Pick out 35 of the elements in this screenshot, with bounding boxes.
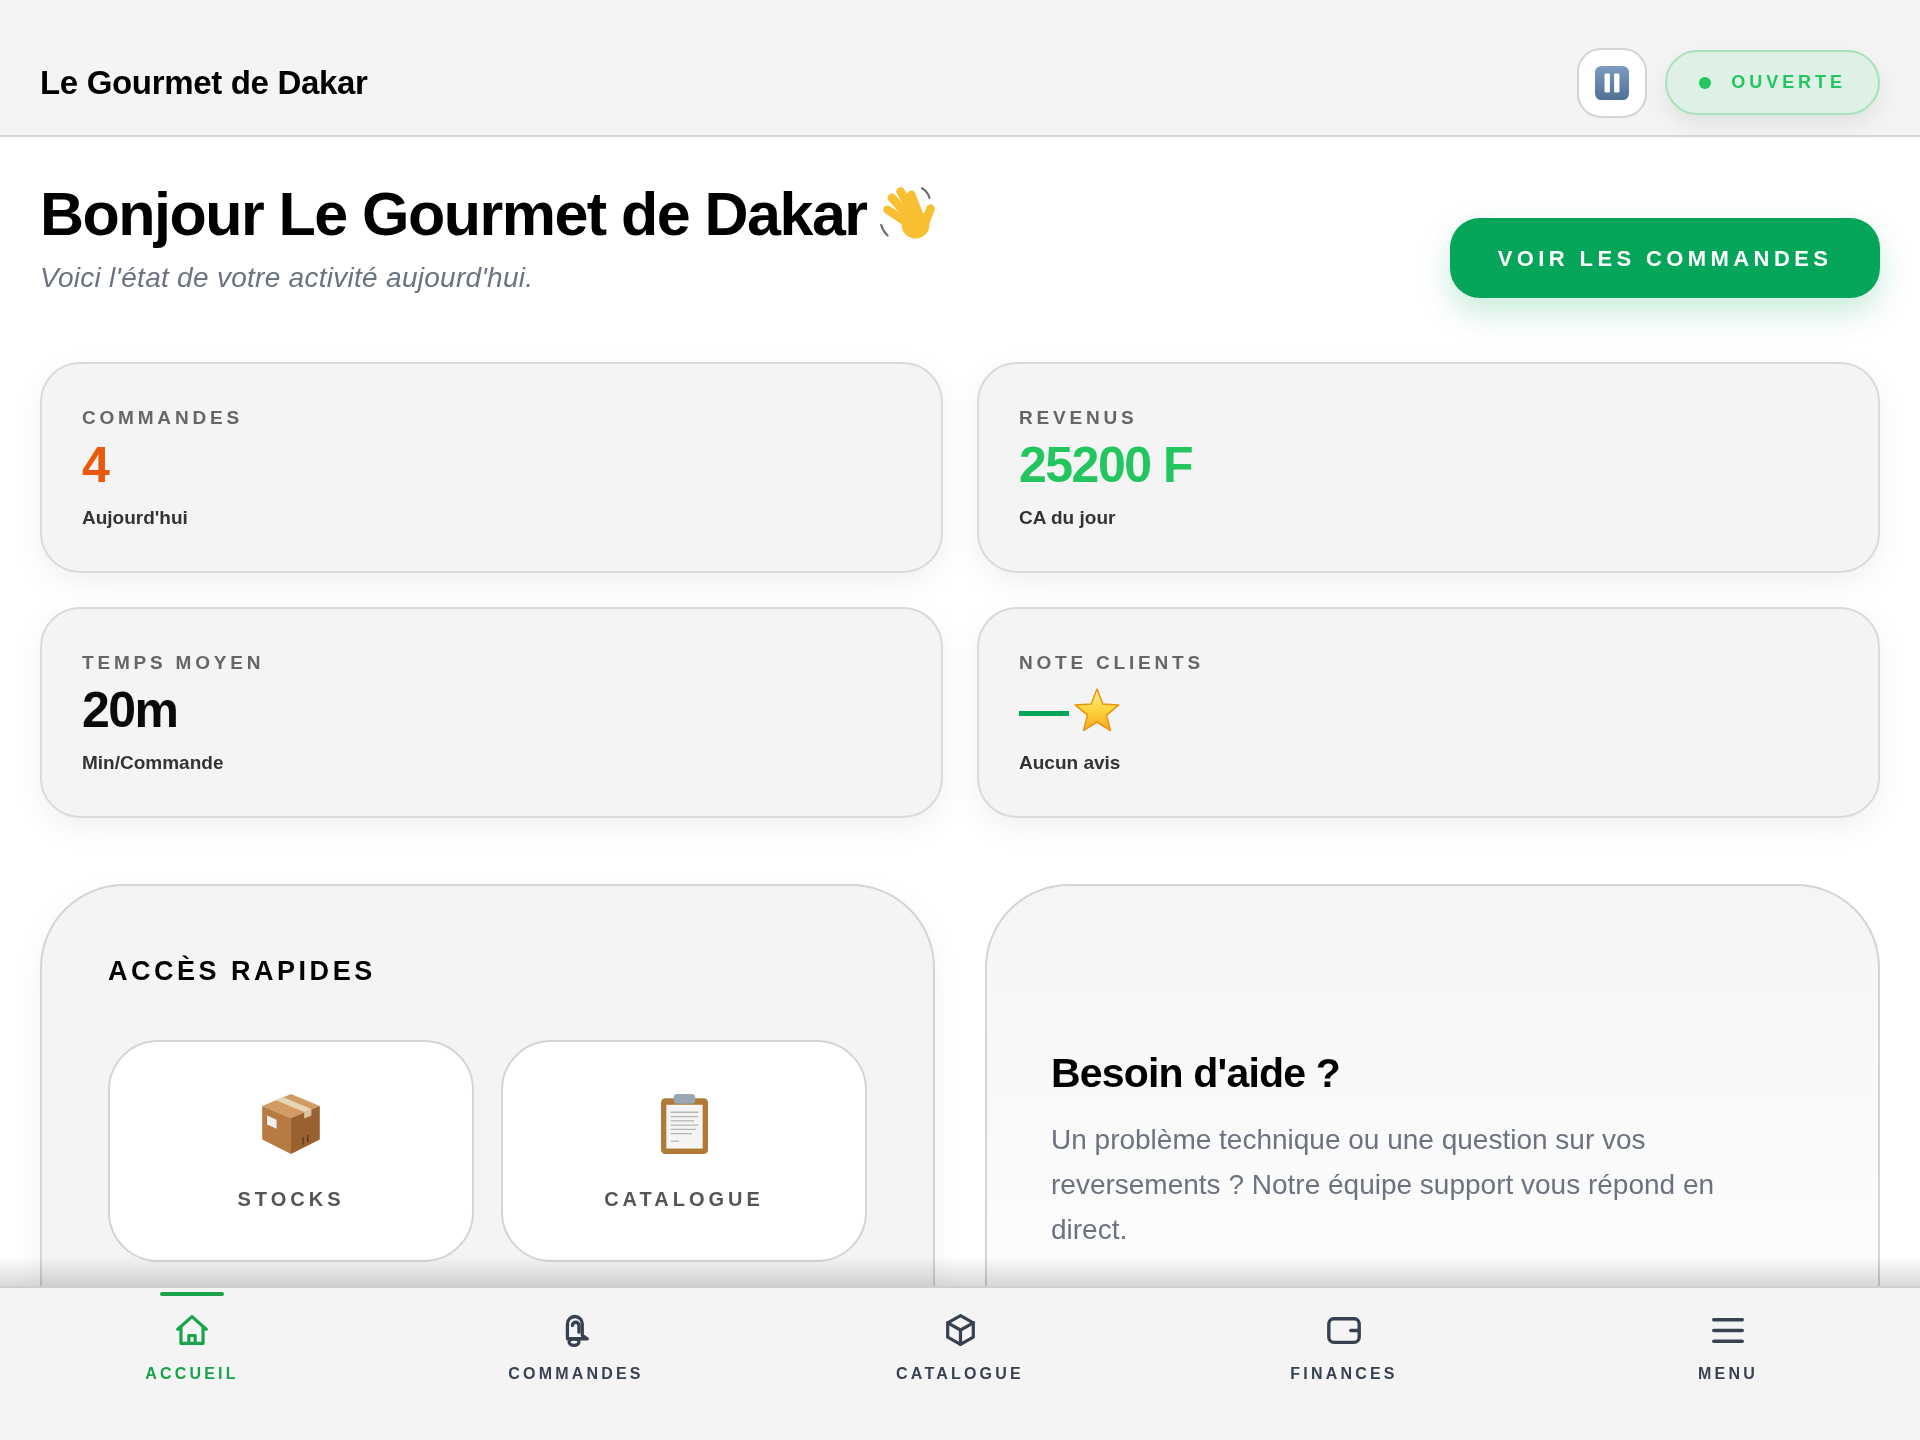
help-text: Un problème technique ou une question sur vos reversements ? Notre équipe support vous répond en direct. bbox=[1051, 1123, 1716, 1247]
stat-label: TEMPS MOYEN bbox=[82, 651, 266, 675]
nav-tab[interactable]: FINANCES bbox=[1152, 1288, 1536, 1440]
greeting-subtitle: Voici l'état de votre activité aujourd'hui. bbox=[40, 261, 535, 295]
section-title: ACCÈS RAPIDES bbox=[108, 954, 377, 988]
pause-button[interactable] bbox=[1577, 47, 1648, 118]
quick-access-tile[interactable]: CATALOGUE bbox=[501, 1040, 867, 1262]
bell-icon bbox=[563, 1313, 589, 1347]
stat-value: 25200 F bbox=[1019, 436, 1192, 495]
greeting-title: Bonjour Le Gourmet de Dakar bbox=[40, 179, 867, 249]
stat-caption: Min/Commande bbox=[82, 751, 225, 775]
help-title: Besoin d'aide ? bbox=[1051, 1049, 1342, 1097]
nav-tab[interactable]: COMMANDES bbox=[384, 1288, 768, 1440]
waving-hand-icon bbox=[878, 186, 937, 242]
nav-tab[interactable]: MENU bbox=[1536, 1288, 1920, 1440]
cardboard-box-icon bbox=[262, 1094, 320, 1154]
cube-icon bbox=[945, 1314, 975, 1346]
stat-caption: Aucun avis bbox=[1019, 751, 1122, 775]
pause-icon bbox=[1595, 65, 1630, 100]
stat-caption: CA du jour bbox=[1019, 506, 1117, 530]
stat-label: NOTE CLIENTS bbox=[1019, 651, 1205, 675]
stat-value: 20m bbox=[82, 681, 178, 740]
stat-label: REVENUS bbox=[1019, 406, 1139, 430]
restaurant-name: Le Gourmet de Dakar bbox=[40, 62, 368, 103]
star-icon bbox=[1073, 688, 1120, 732]
stat-value: 4 bbox=[82, 436, 109, 495]
stat-caption: Aujourd'hui bbox=[82, 506, 189, 530]
quick-access-tile[interactable]: STOCKS bbox=[108, 1040, 474, 1262]
home-icon bbox=[176, 1315, 208, 1345]
nav-tab[interactable]: CATALOGUE bbox=[768, 1288, 1152, 1440]
wallet-icon bbox=[1327, 1316, 1361, 1344]
clipboard-icon bbox=[660, 1094, 708, 1154]
stat-label: COMMANDES bbox=[82, 406, 244, 430]
stat-value: — bbox=[1019, 681, 1068, 740]
menu-icon bbox=[1712, 1317, 1744, 1343]
